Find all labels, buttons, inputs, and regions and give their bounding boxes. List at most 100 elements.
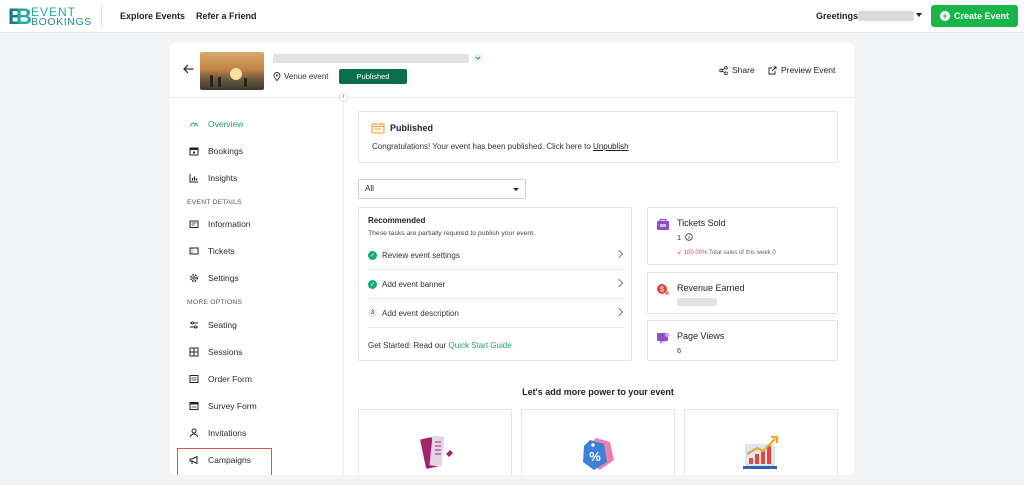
tickets-sold-weekly-note: Total sales of this week 0 <box>708 250 776 256</box>
sidebar-item-label: Sessions <box>208 347 243 357</box>
published-banner: Published Congratulations! Your event ha… <box>358 111 838 163</box>
tickets-sold-count: 1 <box>677 233 682 242</box>
step-number-badge: 3 <box>368 308 377 318</box>
tickets-sold-value: 1 <box>677 233 693 242</box>
plus-icon: + <box>939 11 950 21</box>
published-banner-title: Published <box>390 123 434 133</box>
sliders-icon <box>189 320 199 330</box>
revenue-icon: $ <box>657 284 669 295</box>
svg-text:%: % <box>589 449 601 464</box>
sidebar-item-information[interactable]: Information <box>189 217 251 231</box>
page-views-icon <box>657 332 670 344</box>
chevron-right-icon <box>614 249 624 259</box>
sidebar-item-invitations[interactable]: Invitations <box>189 426 246 440</box>
page-views-value: 6 <box>677 346 682 355</box>
task-review-settings[interactable]: ✓ Review event settings <box>368 241 624 270</box>
sidebar-item-insights[interactable]: Insights <box>189 171 237 185</box>
ticket-icon <box>189 246 199 256</box>
revenue-earned-label: Revenue Earned <box>677 283 745 293</box>
sidebar-item-label: Settings <box>208 273 239 283</box>
campaigns-highlight-box <box>177 448 272 475</box>
stat-page-views: Page Views 6 <box>647 320 838 361</box>
sidebar-item-label: Bookings <box>208 146 243 156</box>
event-thumbnail <box>200 52 264 90</box>
event-title-redacted <box>273 54 469 63</box>
grid-icon <box>189 347 199 357</box>
task-add-banner[interactable]: ✓ Add event banner <box>368 270 624 299</box>
sidebar-item-label: Insights <box>208 173 238 183</box>
sidebar-item-bookings[interactable]: Bookings <box>189 144 243 158</box>
sidebar-item-label: Survey Form <box>208 401 257 411</box>
preview-event-button[interactable]: Preview Event <box>768 65 835 75</box>
event-bookings-logo[interactable]: EB EVENT BOOKINGS <box>8 5 92 29</box>
page-views-label: Page Views <box>677 331 725 341</box>
published-banner-message: Congratulations! Your event has been pub… <box>372 142 629 151</box>
power-tile-discounts[interactable]: % <box>521 409 675 475</box>
user-menu-caret-icon[interactable] <box>916 13 922 17</box>
power-up-title: Let's add more power to your event <box>522 387 674 397</box>
task-label: Review event settings <box>382 250 460 260</box>
power-tile-tickets[interactable] <box>358 409 512 475</box>
task-label: Add event banner <box>382 279 446 289</box>
greeting-label: Greetings! <box>816 11 862 21</box>
create-event-button[interactable]: + Create Event <box>931 5 1018 27</box>
chevron-down-icon[interactable] <box>473 53 483 63</box>
task-label: Add event description <box>382 308 459 318</box>
power-tile-growth[interactable] <box>684 409 838 475</box>
divider <box>101 5 102 27</box>
caret-down-icon <box>513 188 519 191</box>
recommended-title: Recommended <box>368 216 426 225</box>
logo-line-2: BOOKINGS <box>31 16 92 28</box>
unpublish-link[interactable]: Unpublish <box>593 142 629 151</box>
recommended-panel: Recommended These tasks are partially re… <box>358 207 632 361</box>
event-dashboard-card: Venue event Published Share Preview Even… <box>170 43 854 475</box>
filter-select[interactable]: All <box>358 179 526 199</box>
nav-explore-events[interactable]: Explore Events <box>120 11 185 21</box>
nav-refer-a-friend[interactable]: Refer a Friend <box>196 11 257 21</box>
sidebar-item-label: Overview <box>208 119 244 129</box>
share-label: Share <box>732 65 755 75</box>
revenue-value-redacted <box>677 298 717 306</box>
create-event-label: Create Event <box>953 11 1010 21</box>
quick-start-guide-link[interactable]: Quick Start Guide <box>449 341 512 350</box>
sidebar-item-order-form[interactable]: Order Form <box>189 372 252 386</box>
task-add-description[interactable]: 3 Add event description <box>368 299 624 328</box>
venue-label: Venue event <box>284 72 329 81</box>
preview-event-label: Preview Event <box>781 65 836 75</box>
dashboard-gauge-icon <box>189 119 199 129</box>
sidebar-item-survey-form[interactable]: Survey Form <box>189 399 257 413</box>
share-button[interactable]: Share <box>719 65 755 75</box>
discount-tag-icon: % <box>583 438 614 470</box>
sidebar-item-tickets[interactable]: Tickets <box>189 244 235 258</box>
ticket-sold-icon <box>657 218 669 230</box>
svg-text:$: $ <box>660 287 664 294</box>
sidebar-item-label: Information <box>208 219 251 229</box>
sidebar: Overview Bookings Insights EVENT DETAILS… <box>170 98 344 475</box>
sidebar-item-sessions[interactable]: Sessions <box>189 345 243 359</box>
sidebar-item-seating[interactable]: Seating <box>189 318 237 332</box>
sidebar-item-label: Tickets <box>208 246 235 256</box>
info-card-icon <box>189 219 199 229</box>
check-circle-icon: ✓ <box>368 279 377 289</box>
external-link-icon <box>768 66 777 74</box>
sidebar-item-overview[interactable]: Overview <box>189 117 243 131</box>
guide-prefix: Get Started: Read our <box>368 341 447 350</box>
logo-mark: EB <box>8 4 32 29</box>
calendar-icon <box>189 146 199 156</box>
calendar-published-icon <box>371 123 385 134</box>
user-name-redacted[interactable] <box>858 11 914 21</box>
section-more-options: MORE OPTIONS <box>187 299 243 306</box>
stat-tickets-sold: Tickets Sold 1 ↙ 100.00% Total sales of … <box>647 207 838 265</box>
tickets-sold-label: Tickets Sold <box>677 218 726 228</box>
info-icon[interactable] <box>685 233 693 241</box>
person-icon <box>189 428 199 438</box>
published-status-badge: Published <box>339 69 407 84</box>
filter-selected-value: All <box>365 184 374 193</box>
tickets-sold-pct: 100.00% <box>683 250 708 256</box>
sidebar-item-settings[interactable]: Settings <box>189 271 239 285</box>
trend-down-pct: ↙ 100.00% <box>677 250 708 256</box>
venue-type: Venue event <box>273 72 328 81</box>
bar-chart-icon <box>189 173 199 183</box>
back-arrow-icon[interactable] <box>182 63 194 75</box>
survey-icon <box>189 401 199 411</box>
